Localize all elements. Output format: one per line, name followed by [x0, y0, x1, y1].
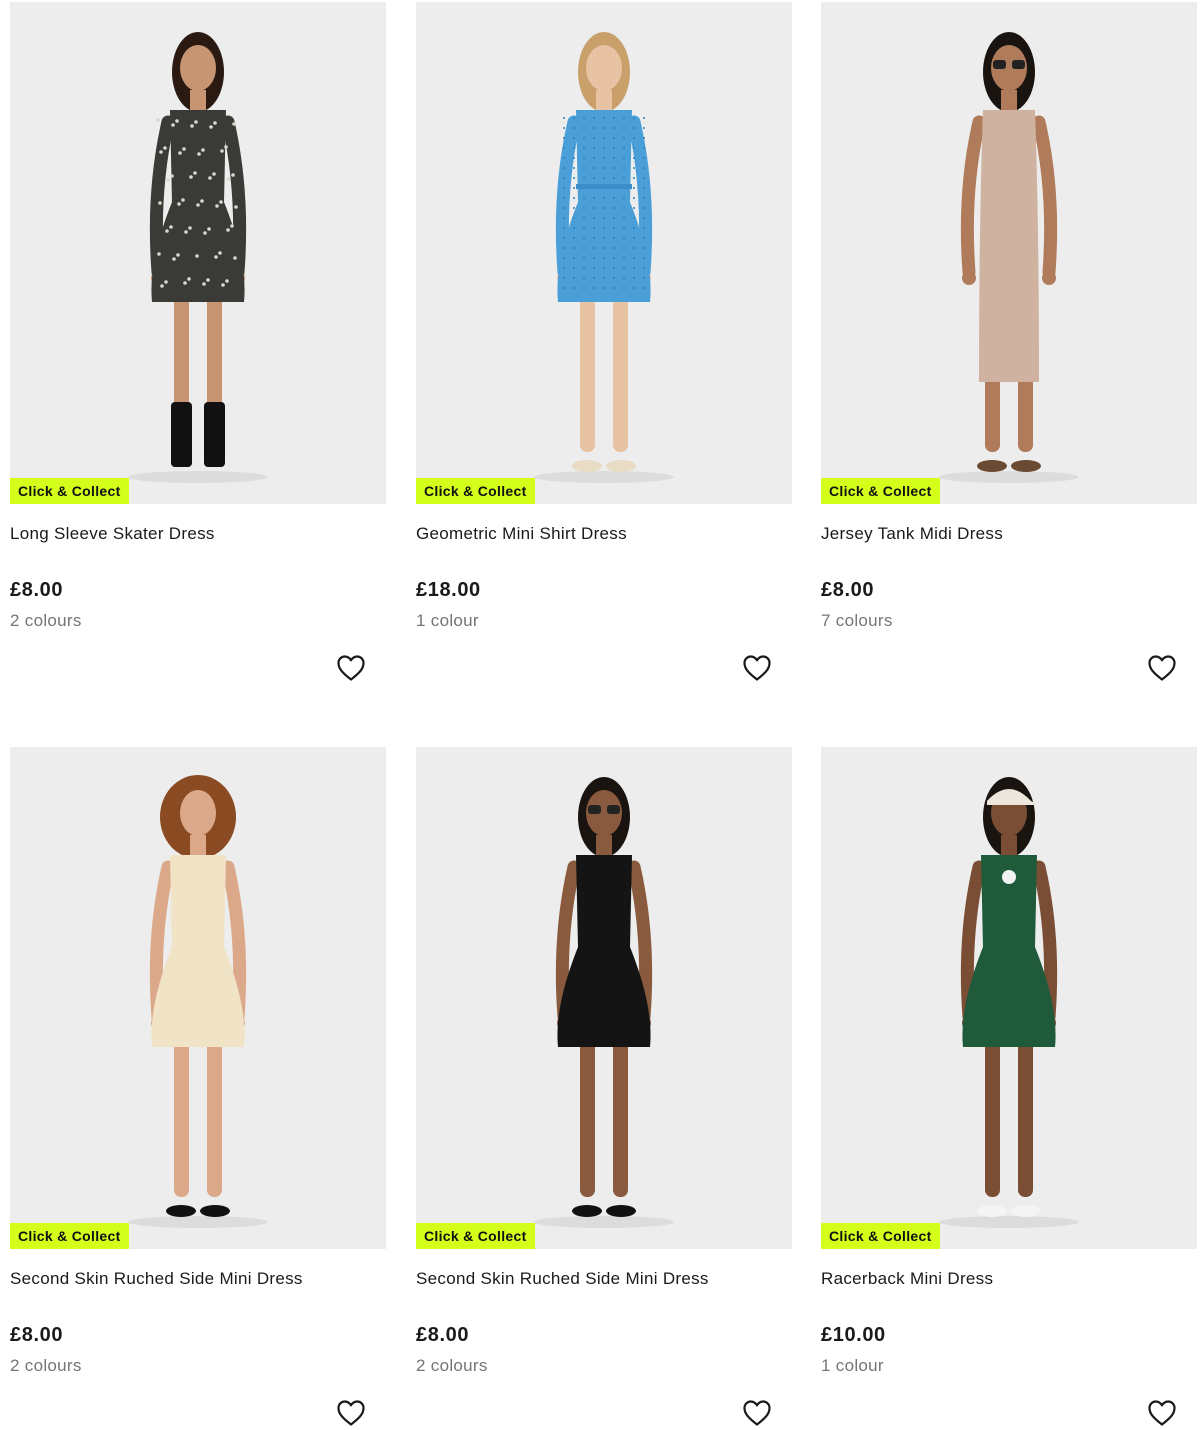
- product-card[interactable]: Click & Collect Second Skin Ruched Side …: [416, 747, 792, 1430]
- product-price: £10.00: [821, 1324, 886, 1346]
- product-name[interactable]: Jersey Tank Midi Dress: [821, 524, 1003, 544]
- click-collect-badge: Click & Collect: [10, 1223, 129, 1249]
- product-card[interactable]: Click & Collect Racerback Mini Dress £10…: [821, 747, 1197, 1430]
- model-photo: [10, 2, 386, 504]
- product-image[interactable]: Click & Collect: [821, 747, 1197, 1249]
- product-price: £8.00: [821, 579, 875, 601]
- wishlist-heart-icon[interactable]: [741, 653, 773, 683]
- product-card[interactable]: Click & Collect Long Sleeve Skater Dress…: [10, 2, 386, 702]
- product-colours: 2 colours: [10, 1356, 82, 1375]
- product-name[interactable]: Geometric Mini Shirt Dress: [416, 524, 627, 544]
- product-price: £8.00: [10, 1324, 64, 1346]
- wishlist-heart-icon[interactable]: [1146, 653, 1178, 683]
- wishlist-heart-icon[interactable]: [335, 653, 367, 683]
- click-collect-badge: Click & Collect: [416, 1223, 535, 1249]
- product-card[interactable]: Click & Collect Jersey Tank Midi Dress £…: [821, 2, 1197, 702]
- wishlist-heart-icon[interactable]: [1146, 1398, 1178, 1428]
- product-card[interactable]: Click & Collect Second Skin Ruched Side …: [10, 747, 386, 1430]
- model-photo: [821, 2, 1197, 504]
- product-image[interactable]: Click & Collect: [821, 2, 1197, 504]
- product-image[interactable]: Click & Collect: [10, 2, 386, 504]
- model-photo: [416, 2, 792, 504]
- click-collect-badge: Click & Collect: [821, 478, 940, 504]
- click-collect-badge: Click & Collect: [416, 478, 535, 504]
- wishlist-heart-icon[interactable]: [335, 1398, 367, 1428]
- product-image[interactable]: Click & Collect: [10, 747, 386, 1249]
- product-image[interactable]: Click & Collect: [416, 747, 792, 1249]
- product-colours: 1 colour: [821, 1356, 884, 1375]
- product-name[interactable]: Long Sleeve Skater Dress: [10, 524, 215, 544]
- product-colours: 1 colour: [416, 611, 479, 630]
- product-colours: 2 colours: [10, 611, 82, 630]
- product-price: £8.00: [416, 1324, 470, 1346]
- product-card[interactable]: Click & Collect Geometric Mini Shirt Dre…: [416, 2, 792, 702]
- model-photo: [416, 747, 792, 1249]
- product-name[interactable]: Second Skin Ruched Side Mini Dress: [416, 1269, 709, 1289]
- model-photo: [10, 747, 386, 1249]
- product-price: £8.00: [10, 579, 64, 601]
- product-name[interactable]: Racerback Mini Dress: [821, 1269, 993, 1289]
- product-colours: 7 colours: [821, 611, 893, 630]
- wishlist-heart-icon[interactable]: [741, 1398, 773, 1428]
- model-photo: [821, 747, 1197, 1249]
- product-price: £18.00: [416, 579, 481, 601]
- product-colours: 2 colours: [416, 1356, 488, 1375]
- click-collect-badge: Click & Collect: [10, 478, 129, 504]
- click-collect-badge: Click & Collect: [821, 1223, 940, 1249]
- product-name[interactable]: Second Skin Ruched Side Mini Dress: [10, 1269, 303, 1289]
- product-image[interactable]: Click & Collect: [416, 2, 792, 504]
